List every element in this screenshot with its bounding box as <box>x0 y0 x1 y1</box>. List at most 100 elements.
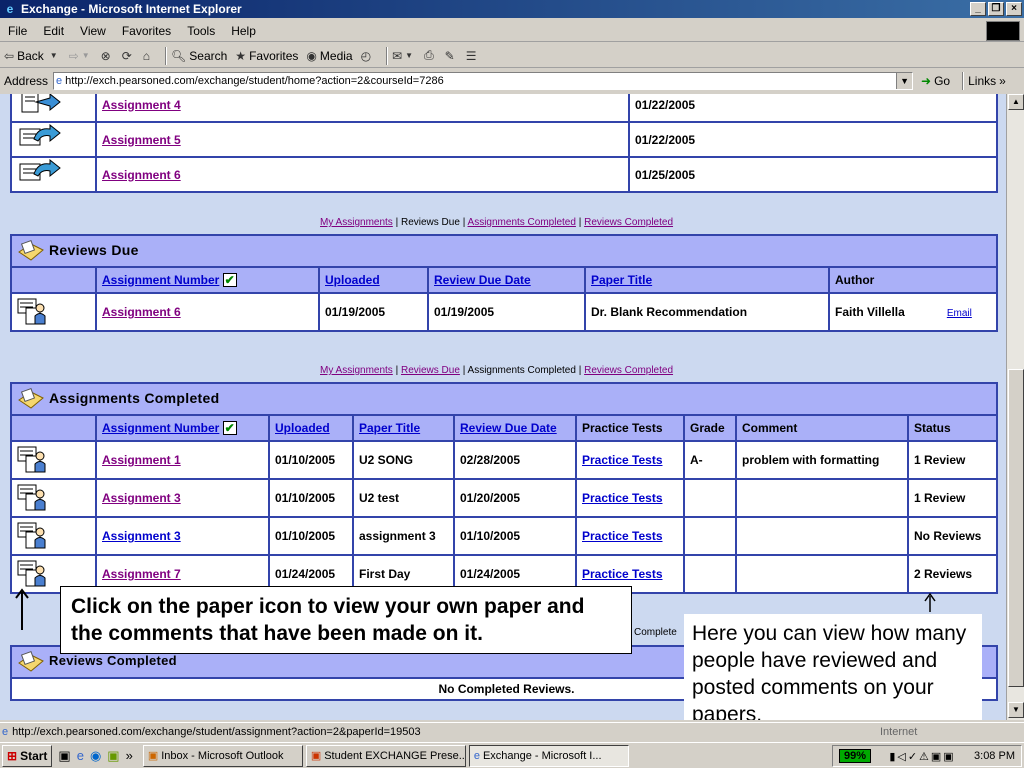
history-button[interactable]: ◴ <box>361 49 374 63</box>
practice-tests-link[interactable]: Practice Tests <box>582 453 663 467</box>
assignment-link[interactable]: Assignment 4 <box>102 98 181 112</box>
restore-button[interactable]: ❐ <box>988 2 1004 16</box>
mail-button[interactable]: ✉ ▼ <box>392 49 416 63</box>
sort-review-due-date[interactable]: Review Due Date <box>434 273 531 287</box>
submit-paper-icon[interactable] <box>16 123 61 153</box>
practice-tests-link[interactable]: Practice Tests <box>582 567 663 581</box>
menu-file[interactable]: File <box>0 24 35 38</box>
reviews-folder-icon <box>18 239 44 261</box>
arrow-up-icon <box>15 588 29 630</box>
go-arrow-icon: ➜ <box>921 74 932 88</box>
menu-tools[interactable]: Tools <box>179 24 223 38</box>
review-paper-icon[interactable] <box>16 296 52 326</box>
title-bar: e Exchange - Microsoft Internet Explorer… <box>0 0 1024 18</box>
assignment-link[interactable]: Assignment 5 <box>102 133 181 147</box>
menu-favorites[interactable]: Favorites <box>114 24 179 38</box>
assignment-link[interactable]: Assignment 1 <box>102 453 181 467</box>
clock[interactable]: 3:08 PM <box>974 750 1015 762</box>
battery-indicator[interactable]: 99% <box>839 749 872 763</box>
assignment-link[interactable]: Assignment 3 <box>102 491 181 505</box>
assignment-link[interactable]: Assignment 6 <box>102 305 181 319</box>
paper-icon[interactable] <box>16 558 52 588</box>
edit-button[interactable]: ✎ <box>445 49 458 63</box>
links-button[interactable]: Links» <box>968 74 1006 88</box>
page-content: Assignment 4 01/22/2005 Assignment 5 01/… <box>0 94 1006 720</box>
scroll-down-icon[interactable]: ▼ <box>1008 702 1024 718</box>
table-row: Assignment 6 01/25/2005 <box>10 156 998 193</box>
menu-view[interactable]: View <box>72 24 114 38</box>
address-dropdown-icon[interactable]: ▼ <box>896 73 913 89</box>
nav-reviews-completed[interactable]: Reviews Completed <box>584 365 673 376</box>
forward-button[interactable]: ⇨ ▼ <box>69 49 93 63</box>
page-icon: e <box>2 725 9 738</box>
table-row: Assignment 1 01/10/2005 U2 SONG 02/28/20… <box>10 440 998 480</box>
print-button[interactable]: ⎙ <box>424 48 437 63</box>
submit-paper-icon[interactable] <box>16 158 61 188</box>
checkmark-icon: ✔ <box>222 273 237 288</box>
desktop-icon[interactable]: ▣ <box>58 748 70 764</box>
comment <box>735 516 909 556</box>
menu-edit[interactable]: Edit <box>35 24 72 38</box>
nav-reviews-completed[interactable]: Reviews Completed <box>584 217 673 228</box>
refresh-button[interactable]: ⟳ <box>122 49 135 63</box>
start-button[interactable]: ⊞ Start <box>2 744 53 767</box>
search-button[interactable]: 🔍︎ Search <box>171 49 227 63</box>
home-button[interactable]: ⌂ <box>143 49 153 63</box>
task-powerpoint[interactable]: ▣ Student EXCHANGE Prese... <box>305 744 466 767</box>
reviews-due-table: Reviews Due Assignment Number ✔ Uploaded… <box>10 234 998 332</box>
media-button[interactable]: ◉ Media <box>306 49 352 63</box>
minimize-button[interactable]: _ <box>970 2 986 16</box>
assignment-link[interactable]: Assignment 7 <box>102 567 181 581</box>
sort-paper-title[interactable]: Paper Title <box>359 421 420 435</box>
scroll-up-icon[interactable]: ▲ <box>1008 94 1024 110</box>
assignment-link[interactable]: Assignment 6 <box>102 168 181 182</box>
nav-my-assignments[interactable]: My Assignments <box>320 217 393 228</box>
media-player-icon[interactable]: ◉ <box>90 748 101 764</box>
nav-my-assignments[interactable]: My Assignments <box>320 365 393 376</box>
grade <box>683 478 737 518</box>
paper-icon[interactable] <box>16 444 52 474</box>
print-icon: ⎙ <box>424 48 434 62</box>
sort-assignment-number[interactable]: Assignment Number <box>102 273 219 287</box>
sort-uploaded[interactable]: Uploaded <box>325 273 380 287</box>
paper-icon[interactable] <box>16 482 52 512</box>
sort-uploaded[interactable]: Uploaded <box>275 421 330 435</box>
uploaded-date: 01/10/2005 <box>268 440 354 480</box>
address-input[interactable]: e http://exch.pearsoned.com/exchange/stu… <box>53 72 914 90</box>
sort-assignment-number[interactable]: Assignment Number <box>102 421 219 435</box>
go-button[interactable]: ➜ Go <box>921 74 950 88</box>
practice-tests-link[interactable]: Practice Tests <box>582 491 663 505</box>
submit-paper-icon[interactable] <box>16 94 61 118</box>
nav-assignments-completed[interactable]: Assignments Completed <box>468 217 576 228</box>
favorites-button[interactable]: ★ Favorites <box>235 49 298 63</box>
sort-review-due-date[interactable]: Review Due Date <box>460 421 557 435</box>
search-icon: 🔍︎ <box>171 48 187 63</box>
paper-icon[interactable] <box>16 520 52 550</box>
email-link[interactable]: Email <box>947 308 972 319</box>
paper-title: U2 SONG <box>352 440 455 480</box>
task-exchange-ie[interactable]: e Exchange - Microsoft I... <box>468 744 629 767</box>
close-button[interactable]: × <box>1006 2 1022 16</box>
menu-help[interactable]: Help <box>223 24 264 38</box>
ie-icon[interactable]: e <box>77 748 84 764</box>
review-due-date: 01/19/2005 <box>427 292 586 332</box>
nav-assignments-completed-current: Assignments Completed <box>467 365 576 376</box>
chevron-right-icon[interactable]: » <box>126 748 133 764</box>
nav-reviews-due[interactable]: Reviews Due <box>401 365 460 376</box>
checkmark-icon: ✔ <box>222 421 237 436</box>
sort-paper-title[interactable]: Paper Title <box>591 273 652 287</box>
discuss-button[interactable]: ☰ <box>466 49 480 63</box>
stop-button[interactable]: ⊗ <box>101 49 114 63</box>
review-status: No Reviews <box>907 516 998 556</box>
app-icon[interactable]: ▣ <box>107 748 119 764</box>
stop-icon: ⊗ <box>100 48 111 63</box>
vertical-scrollbar[interactable]: ▲ ▼ <box>1006 94 1024 720</box>
dropdown-icon: ▼ <box>81 51 90 60</box>
back-button[interactable]: ⇦ Back ▼ <box>4 49 61 63</box>
practice-tests-link[interactable]: Practice Tests <box>582 529 663 543</box>
assignment-link[interactable]: Assignment 3 <box>102 529 181 543</box>
scrollbar-thumb[interactable] <box>1008 369 1024 687</box>
grade <box>683 516 737 556</box>
task-outlook[interactable]: ▣ Inbox - Microsoft Outlook <box>142 744 303 767</box>
section-title: Assignments Completed <box>49 389 220 406</box>
